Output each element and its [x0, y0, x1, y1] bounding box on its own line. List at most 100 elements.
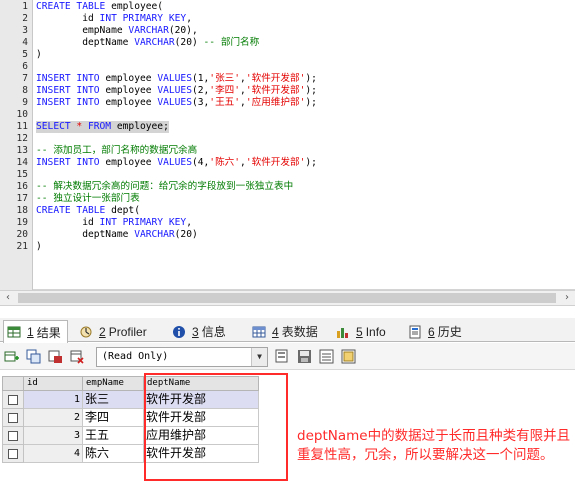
- tab-messages[interactable]: 3 信息: [168, 320, 233, 342]
- table-cell-empname[interactable]: 李四: [83, 409, 144, 427]
- line-number: 2: [22, 13, 28, 24]
- table-cell-empname[interactable]: 王五: [83, 427, 144, 445]
- sql-keyword: VALUES: [157, 97, 192, 108]
- table-cell-id[interactable]: 1: [24, 391, 83, 409]
- column-header-empname[interactable]: empName: [83, 376, 144, 391]
- highlight-box: [144, 373, 288, 481]
- line-number: 17: [16, 193, 28, 204]
- code-text: deptName: [36, 37, 135, 48]
- line-number: 21: [16, 241, 28, 252]
- table-info-icon: [337, 327, 348, 338]
- tab-results[interactable]: 1 结果: [3, 320, 68, 343]
- save-rows-icon[interactable]: [48, 349, 63, 364]
- scrollbar-thumb[interactable]: [18, 293, 556, 303]
- info-icon: [173, 325, 185, 338]
- tab-number: 4: [272, 324, 279, 339]
- sql-editor[interactable]: 1 2 3 4 5 6 7 8 9 10 11 12 13 14 15 16 1…: [0, 0, 575, 290]
- row-header[interactable]: [2, 445, 24, 463]
- form-view-icon[interactable]: [319, 349, 334, 364]
- save-icon[interactable]: [297, 349, 312, 364]
- sql-keyword: INT PRIMARY KEY: [99, 217, 187, 228]
- code-text: (20),: [168, 25, 198, 36]
- delete-row-icon[interactable]: [70, 349, 85, 364]
- row-checkbox[interactable]: [8, 431, 18, 441]
- table-cell-id[interactable]: 3: [24, 427, 83, 445]
- copy-row-icon[interactable]: [26, 349, 41, 364]
- code-line-5: ): [36, 49, 42, 61]
- sql-comment: -- 添加员工，部门名称的数据冗余高: [36, 145, 198, 156]
- read-only-value: (Read Only): [102, 351, 169, 362]
- sql-string: '应用维护部': [245, 97, 306, 108]
- code-text: empName: [36, 25, 129, 36]
- tab-label: 表数据: [281, 325, 318, 339]
- row-header[interactable]: [2, 391, 24, 409]
- scroll-left-icon[interactable]: ‹: [0, 291, 16, 305]
- code-line-11-selected: SELECT * FROM employee;: [36, 121, 169, 133]
- sql-keyword: INSERT INTO: [36, 97, 100, 108]
- code-line-14: INSERT INTO employee VALUES(4,'陈六','软件开发…: [36, 157, 317, 169]
- line-number: 16: [16, 181, 28, 192]
- code-text: ,: [186, 13, 192, 24]
- code-line-8: INSERT INTO employee VALUES(2,'李四','软件开发…: [36, 85, 317, 97]
- tab-label: Info: [365, 324, 386, 339]
- code-text: employee: [99, 73, 158, 84]
- table-cell-empname[interactable]: 张三: [83, 391, 144, 409]
- table-cell-id[interactable]: 2: [24, 409, 83, 427]
- line-number: 15: [16, 169, 28, 180]
- tab-history[interactable]: 6 历史: [404, 320, 469, 342]
- sql-string: '软件开发部': [245, 157, 306, 168]
- code-text: employee(: [105, 1, 164, 12]
- code-line-16: -- 解决数据冗余高的问题：给冗余的字段放到一张独立表中: [36, 181, 293, 193]
- code-text: ,: [186, 217, 192, 228]
- sql-keyword: INSERT INTO: [36, 157, 100, 168]
- add-row-icon[interactable]: [4, 349, 19, 364]
- sql-keyword: VARCHAR: [128, 25, 169, 36]
- row-checkbox[interactable]: [8, 449, 18, 459]
- sql-keyword: INSERT INTO: [36, 73, 100, 84]
- line-number: 1: [22, 1, 28, 12]
- export-icon[interactable]: [275, 349, 290, 364]
- column-header-id[interactable]: id: [24, 376, 83, 391]
- tab-info[interactable]: 5 Info: [332, 320, 393, 342]
- table-cell-empname[interactable]: 陈六: [83, 445, 144, 463]
- scroll-right-icon[interactable]: ›: [559, 291, 575, 305]
- sql-keyword: CREATE TABLE: [36, 1, 106, 12]
- profiler-icon: [80, 326, 92, 337]
- row-checkbox[interactable]: [8, 395, 18, 405]
- row-checkbox[interactable]: [8, 413, 18, 423]
- sql-string: '李四': [209, 85, 241, 96]
- horizontal-scrollbar[interactable]: ‹ ›: [0, 290, 575, 306]
- grid-corner[interactable]: [2, 376, 24, 391]
- line-number: 19: [16, 217, 28, 228]
- row-header[interactable]: [2, 409, 24, 427]
- code-area[interactable]: CREATE TABLE employee( id INT PRIMARY KE…: [36, 0, 575, 290]
- sql-keyword: INT PRIMARY KEY: [99, 13, 187, 24]
- text-view-icon[interactable]: [341, 349, 356, 364]
- code-text: );: [305, 97, 317, 108]
- code-text: id: [36, 217, 100, 228]
- code-line-1: CREATE TABLE employee(: [36, 1, 163, 13]
- line-number: 11: [16, 121, 28, 132]
- code-text: employee: [99, 85, 158, 96]
- line-number: 7: [22, 73, 28, 84]
- tab-number: 1: [27, 325, 34, 339]
- tab-label: Profiler: [108, 324, 147, 339]
- code-line-19: id INT PRIMARY KEY,: [36, 217, 192, 229]
- tab-table-data[interactable]: 4 表数据: [248, 320, 325, 342]
- results-grid-icon: [7, 326, 21, 338]
- result-tabs: 1 结果 2 Profiler 3 信息 4 表数据 5 Info 6 历史: [0, 318, 575, 343]
- sql-string: '软件开发部': [245, 85, 306, 96]
- tab-profiler[interactable]: 2 Profiler: [75, 320, 154, 342]
- code-line-20: deptName VARCHAR(20): [36, 229, 198, 241]
- row-header[interactable]: [2, 427, 24, 445]
- tab-number: 3: [192, 324, 199, 339]
- sql-keyword: FROM: [87, 121, 112, 132]
- table-data-icon: [252, 326, 266, 337]
- read-only-select[interactable]: (Read Only) ▼: [96, 347, 268, 367]
- chevron-down-icon[interactable]: ▼: [251, 348, 267, 366]
- tab-number: 6: [428, 324, 435, 339]
- sql-comment: -- 部门名称: [203, 37, 260, 48]
- result-toolbar: (Read Only) ▼: [0, 343, 575, 370]
- table-cell-id[interactable]: 4: [24, 445, 83, 463]
- code-text: );: [305, 157, 317, 168]
